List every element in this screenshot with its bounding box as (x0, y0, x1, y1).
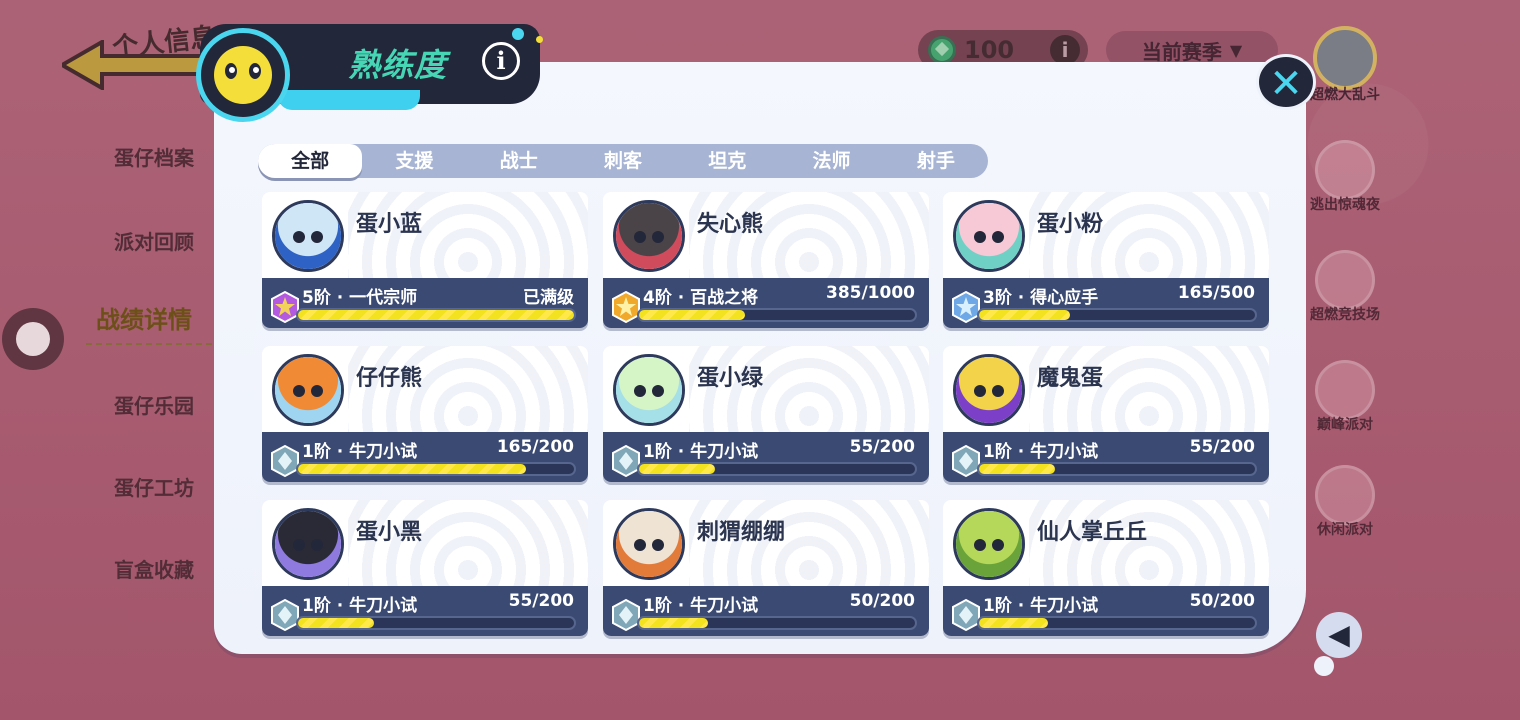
progress-bar-fill (979, 618, 1048, 628)
tab-4[interactable]: 坦克 (675, 144, 779, 178)
progress-bar (977, 462, 1257, 476)
egg-mascot-icon (196, 28, 290, 122)
progress-bar-fill (298, 618, 374, 628)
rank-label: 1阶 · 牛刀小试 (983, 596, 1099, 616)
sparkle-decoration (536, 36, 543, 43)
rank-label: 5阶 · 一代宗师 (302, 288, 418, 308)
progress-bar (296, 308, 576, 322)
card-header: 蛋小粉 (943, 192, 1269, 278)
character-avatar (272, 354, 344, 426)
close-button[interactable]: ✕ (1256, 54, 1316, 110)
progress-bar (977, 308, 1257, 322)
card-progress-section: 4阶 · 百战之将 385/1000 (603, 278, 929, 328)
tab-6[interactable]: 射手 (884, 144, 988, 178)
character-avatar (272, 508, 344, 580)
progress-bar-fill (639, 618, 708, 628)
card-progress-section: 1阶 · 牛刀小试 55/200 (603, 432, 929, 482)
rank-label: 3阶 · 得心应手 (983, 288, 1099, 308)
card-header: 蛋小绿 (603, 346, 929, 432)
character-name: 魔鬼蛋 (1037, 366, 1104, 391)
rank-label: 1阶 · 牛刀小试 (302, 596, 418, 616)
character-card[interactable]: 刺猬绷绷 1阶 · 牛刀小试 50/200 (603, 500, 929, 636)
progress-bar (637, 616, 917, 630)
character-card[interactable]: 蛋小黑 1阶 · 牛刀小试 55/200 (262, 500, 588, 636)
progress-bar-fill (979, 310, 1071, 320)
character-avatar (613, 508, 685, 580)
tab-3[interactable]: 刺客 (571, 144, 675, 178)
progress-bar-fill (639, 464, 715, 474)
progress-bar-fill (298, 310, 574, 320)
tab-0[interactable]: 全部 (258, 144, 363, 178)
card-header: 失心熊 (603, 192, 929, 278)
character-name: 失心熊 (697, 212, 764, 237)
character-card[interactable]: 蛋小蓝 5阶 · 一代宗师 已满级 (262, 192, 588, 328)
role-tabs: 全部 支援 战士 刺客 坦克 法师 射手 (258, 144, 988, 178)
character-name: 刺猬绷绷 (697, 520, 786, 545)
progress-value: 55/200 (849, 437, 915, 457)
card-header: 仔仔熊 (262, 346, 588, 432)
progress-bar (637, 462, 917, 476)
progress-value: 55/200 (508, 591, 574, 611)
card-progress-section: 1阶 · 牛刀小试 55/200 (943, 432, 1269, 482)
character-name: 蛋小黑 (356, 520, 423, 545)
character-card[interactable]: 蛋小绿 1阶 · 牛刀小试 55/200 (603, 346, 929, 482)
character-name: 蛋小粉 (1037, 212, 1104, 237)
character-card[interactable]: 仙人掌丘丘 1阶 · 牛刀小试 50/200 (943, 500, 1269, 636)
card-progress-section: 1阶 · 牛刀小试 55/200 (262, 586, 588, 636)
progress-value: 50/200 (1189, 591, 1255, 611)
tab-2[interactable]: 战士 (467, 144, 571, 178)
character-name: 蛋小绿 (697, 366, 764, 391)
card-header: 仙人掌丘丘 (943, 500, 1269, 586)
progress-bar (296, 616, 576, 630)
rank-label: 1阶 · 牛刀小试 (302, 442, 418, 462)
character-card[interactable]: 蛋小粉 3阶 · 得心应手 165/500 (943, 192, 1269, 328)
progress-bar (977, 616, 1257, 630)
character-name: 蛋小蓝 (356, 212, 423, 237)
tab-5[interactable]: 法师 (779, 144, 883, 178)
card-header: 蛋小蓝 (262, 192, 588, 278)
header-accent-bar (278, 90, 420, 110)
progress-value: 385/1000 (825, 283, 915, 303)
card-header: 蛋小黑 (262, 500, 588, 586)
character-avatar (953, 200, 1025, 272)
rank-label: 1阶 · 牛刀小试 (643, 442, 759, 462)
panel-title: 熟练度 (348, 46, 448, 84)
rank-label: 1阶 · 牛刀小试 (983, 442, 1099, 462)
card-progress-section: 5阶 · 一代宗师 已满级 (262, 278, 588, 328)
info-icon[interactable]: i (482, 42, 520, 80)
progress-value: 已满级 (523, 288, 574, 308)
panel-tail-dot (1314, 656, 1334, 676)
sparkle-decoration (512, 28, 524, 40)
character-avatar (613, 354, 685, 426)
progress-bar-fill (298, 464, 526, 474)
card-progress-section: 1阶 · 牛刀小试 50/200 (943, 586, 1269, 636)
progress-bar-fill (979, 464, 1055, 474)
card-progress-section: 1阶 · 牛刀小试 165/200 (262, 432, 588, 482)
character-card[interactable]: 仔仔熊 1阶 · 牛刀小试 165/200 (262, 346, 588, 482)
progress-bar (637, 308, 917, 322)
card-progress-section: 1阶 · 牛刀小试 50/200 (603, 586, 929, 636)
collapse-arrow-button[interactable]: ◀ (1316, 612, 1362, 658)
card-header: 刺猬绷绷 (603, 500, 929, 586)
character-avatar (953, 354, 1025, 426)
character-name: 仔仔熊 (356, 366, 423, 391)
tab-1[interactable]: 支援 (362, 144, 466, 178)
progress-bar-fill (639, 310, 746, 320)
character-avatar (272, 200, 344, 272)
progress-value: 165/500 (1177, 283, 1255, 303)
rank-label: 4阶 · 百战之将 (643, 288, 759, 308)
character-card[interactable]: 失心熊 4阶 · 百战之将 385/1000 (603, 192, 929, 328)
progress-bar (296, 462, 576, 476)
progress-value: 55/200 (1189, 437, 1255, 457)
card-header: 魔鬼蛋 (943, 346, 1269, 432)
progress-value: 50/200 (849, 591, 915, 611)
rank-label: 1阶 · 牛刀小试 (643, 596, 759, 616)
character-avatar (613, 200, 685, 272)
card-progress-section: 3阶 · 得心应手 165/500 (943, 278, 1269, 328)
progress-value: 165/200 (496, 437, 574, 457)
character-avatar (953, 508, 1025, 580)
character-name: 仙人掌丘丘 (1037, 520, 1148, 545)
character-card[interactable]: 魔鬼蛋 1阶 · 牛刀小试 55/200 (943, 346, 1269, 482)
